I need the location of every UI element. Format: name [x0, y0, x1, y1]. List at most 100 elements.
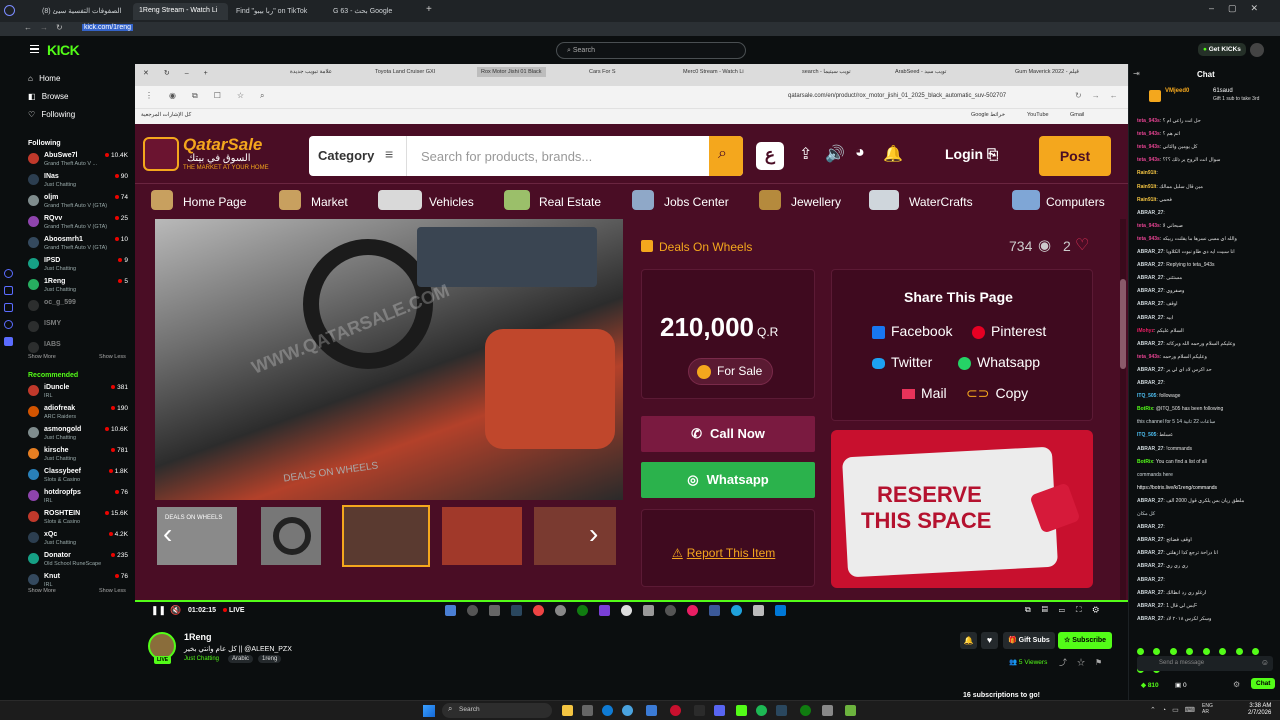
chat-username[interactable]: ABRAR_27	[1137, 550, 1163, 556]
chat-username[interactable]: teta_943s	[1137, 223, 1160, 229]
chat-username[interactable]: ABRAR_27	[1137, 590, 1163, 596]
nav-jobs-center[interactable]: Jobs Center	[664, 195, 729, 209]
emote-icon[interactable]	[1186, 648, 1194, 655]
site-logo[interactable]: QatarSale السوق في بيتك THE MARKET AT YO…	[143, 135, 298, 175]
thumbnail[interactable]	[442, 507, 522, 565]
chat-username[interactable]: teta_943s	[1137, 144, 1160, 150]
thumbnail[interactable]	[261, 507, 321, 565]
taskbar-search[interactable]: ⌕ Search	[442, 703, 552, 718]
rail-icon[interactable]	[4, 286, 13, 295]
chat-username[interactable]: teta_943s	[1137, 118, 1160, 124]
sidebar-channel-6[interactable]: 1Reng Just Chatting 5	[28, 278, 128, 296]
taskbar-app-icon[interactable]	[736, 705, 747, 716]
rail-icon[interactable]	[4, 269, 13, 278]
search-button[interactable]: ⌕	[709, 136, 743, 176]
sidebar-channel-3[interactable]: RQvv Grand Theft Auto V (GTA) 25	[28, 215, 128, 233]
chat-username[interactable]: ABRAR_27	[1137, 301, 1163, 307]
chat-username[interactable]: teta_943s	[1137, 236, 1160, 242]
show-more-recommended[interactable]: Show More	[28, 588, 56, 594]
share-whatsapp[interactable]: Whatsapp	[958, 354, 1040, 370]
chat-username[interactable]: iMohyz	[1137, 328, 1154, 334]
sidebar-channel-5[interactable]: IPSD Just Chatting 9	[28, 257, 128, 275]
nav-market[interactable]: Market	[311, 195, 348, 209]
nav-computers[interactable]: Computers	[1046, 195, 1105, 209]
taskbar-app-icon[interactable]	[694, 705, 705, 716]
chat-username[interactable]: ABRAR_27	[1137, 367, 1163, 373]
taskbar-app-icon[interactable]	[602, 705, 613, 716]
nav-jewellery[interactable]: Jewellery	[791, 195, 841, 209]
sidebar-channel-4[interactable]: Classybeef Slots & Casino 1.8K	[28, 468, 128, 486]
share-pinterest[interactable]: Pinterest	[972, 323, 1046, 339]
next-arrow-icon[interactable]: ›	[589, 518, 598, 550]
chat-username[interactable]: BotRix	[1137, 406, 1153, 412]
thumbnail-selected[interactable]	[342, 505, 430, 567]
search-input[interactable]: ⌕ Search	[556, 42, 746, 59]
sidebar-channel-2[interactable]: asmongold Just Chatting 10.6K	[28, 426, 128, 444]
chat-username[interactable]: ABRAR_27	[1137, 524, 1163, 530]
bookmark-item[interactable]: YouTube	[1027, 112, 1049, 118]
start-icon[interactable]	[423, 705, 435, 717]
show-more-following[interactable]: Show More	[28, 354, 56, 360]
chat-username[interactable]: ABRAR_27	[1137, 577, 1163, 583]
chat-username[interactable]: ITQ_505	[1137, 432, 1156, 438]
hamburger-icon[interactable]	[30, 45, 39, 53]
nav-home[interactable]: ⌂ Home	[28, 74, 60, 83]
points-counter[interactable]: ◆ 810	[1141, 681, 1159, 689]
speaker-icon[interactable]: 🔊	[825, 144, 845, 164]
notification-bell-button[interactable]: 🔔	[960, 632, 977, 649]
share-icon[interactable]: ⇪	[799, 144, 812, 164]
subscribe-button[interactable]: ☆ Subscribe	[1058, 632, 1113, 649]
avatar[interactable]	[1250, 43, 1264, 57]
share-copy[interactable]: ⊂⊃ Copy	[966, 385, 1028, 402]
taskbar-app-icon[interactable]	[776, 705, 787, 716]
chat-username[interactable]: BotRix	[1137, 459, 1153, 465]
emoji-icon[interactable]: ☺	[1261, 658, 1269, 667]
chat-username[interactable]: Rain91lt	[1137, 170, 1156, 176]
taskbar-app-icon[interactable]	[800, 705, 811, 716]
sidebar-channel-7[interactable]: xQc Just Chatting 4.2K	[28, 531, 128, 549]
stream-tag[interactable]: Arabic	[228, 655, 254, 663]
post-button[interactable]: Post	[1039, 136, 1111, 176]
rail-icon[interactable]	[4, 337, 13, 346]
sidebar-channel-4[interactable]: Aboosmrh1 Grand Theft Auto V (GTA) 10	[28, 236, 128, 254]
report-link[interactable]: ⚠ Report This Item	[672, 546, 775, 560]
chat-username[interactable]: ABRAR_27	[1137, 446, 1163, 452]
browser-menu-icon[interactable]	[4, 5, 15, 16]
sidebar-channel-3[interactable]: kirsche Just Chatting 781	[28, 447, 128, 465]
inner-tab[interactable]: ArabSeed - تويب سيد	[895, 69, 946, 75]
taskbar-app-icon[interactable]	[714, 705, 725, 716]
emote-icon[interactable]	[1219, 648, 1227, 655]
call-now-button[interactable]: ✆ Call Now	[641, 416, 815, 452]
emote-icon[interactable]	[1169, 648, 1177, 655]
share-facebook[interactable]: Facebook	[872, 323, 952, 339]
product-search-input[interactable]: Search for products, brands...	[421, 149, 592, 164]
nav-browse[interactable]: ◧ Browse	[28, 92, 68, 101]
bell-icon[interactable]: 🔔	[883, 144, 903, 164]
sidebar-channel-0[interactable]: AbuSwe7l Grand Theft Auto V ... 10.4K	[28, 152, 128, 170]
chat-username[interactable]: teta_943s	[1137, 131, 1160, 137]
search-bar[interactable]: Category ≡ Search for products, brands..…	[309, 136, 743, 176]
get-kicks-button[interactable]: ● Get KICKs	[1198, 43, 1246, 56]
product-main-image[interactable]: WWW.QATARSALE.COM DEALS ON WHEELS	[155, 219, 623, 500]
kick-logo[interactable]: KICK	[47, 42, 80, 58]
taskbar-app-icon[interactable]	[622, 705, 633, 716]
channel-name[interactable]: 1Reng	[184, 632, 212, 642]
chat-username[interactable]: teta_943s	[1137, 157, 1160, 163]
back-icon[interactable]: ←	[24, 23, 32, 32]
chat-settings-icon[interactable]: ⚙	[1233, 680, 1240, 689]
stream-actions[interactable]: ⤴☆⚑	[1059, 657, 1112, 668]
taskbar-app-icon[interactable]	[670, 705, 681, 716]
browser-tab-active[interactable]: 1Reng Stream - Watch Li	[133, 3, 228, 20]
show-less-following[interactable]: Show Less	[99, 354, 126, 360]
nav-real-estate[interactable]: Real Estate	[539, 195, 601, 209]
sidebar-channel-1[interactable]: adiofreak ARC Raiders 190	[28, 405, 128, 423]
login-button[interactable]: Login ⎘	[945, 146, 998, 163]
chat-username[interactable]: Rain91lt	[1137, 197, 1156, 203]
prev-arrow-icon[interactable]: ‹	[163, 518, 172, 550]
chat-username[interactable]: ABRAR_27	[1137, 603, 1163, 609]
forward-icon[interactable]: →	[40, 23, 48, 32]
browser-tab[interactable]: Find "ربا بيبو" on TikTok	[230, 3, 325, 20]
pause-icon[interactable]: ❚❚	[151, 605, 166, 616]
chat-username[interactable]: ABRAR_27	[1137, 288, 1163, 294]
bookmark-all[interactable]: كل الإشارات المرجعية	[141, 112, 191, 118]
